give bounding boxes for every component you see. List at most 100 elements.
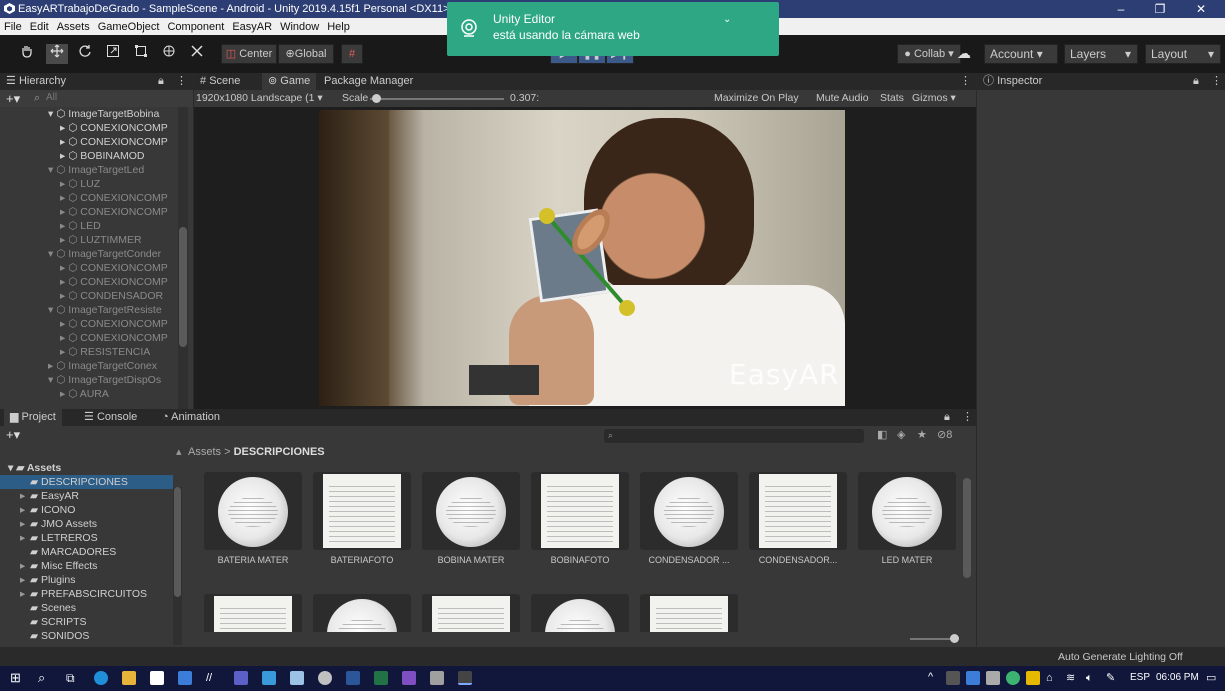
close-button[interactable]: ✕: [1186, 0, 1216, 18]
folder-item[interactable]: ▰ Scenes: [0, 601, 173, 615]
maximize-on-play-toggle[interactable]: Maximize On Play: [714, 92, 799, 104]
tray-bluetooth-icon[interactable]: [1026, 671, 1040, 685]
hierarchy-item[interactable]: ▸ ⬡ CONEXIONCOMP: [0, 331, 168, 345]
search-icon[interactable]: ⌕: [38, 671, 52, 685]
menu-help[interactable]: Help: [323, 21, 354, 33]
tray-security-icon[interactable]: [1006, 671, 1020, 685]
grid-snap-button[interactable]: #: [341, 44, 363, 64]
account-dropdown[interactable]: Account ▾: [984, 44, 1058, 64]
hierarchy-item[interactable]: ▸ ⬡ AURA: [0, 387, 109, 401]
file-explorer-icon[interactable]: [122, 671, 136, 685]
move-tool-button[interactable]: [46, 44, 68, 64]
menu-easyar[interactable]: EasyAR: [228, 21, 276, 33]
asset-thumbnail[interactable]: [422, 594, 520, 632]
language-indicator[interactable]: ESP: [1130, 672, 1150, 683]
menu-file[interactable]: File: [0, 21, 26, 33]
more-icon[interactable]: ⋮: [1211, 73, 1222, 90]
scene-tab[interactable]: # Scene: [200, 73, 240, 90]
folder-item[interactable]: ▸ ▰ ICONO: [0, 503, 173, 517]
asset-thumbnail[interactable]: [531, 594, 629, 632]
hierarchy-item[interactable]: ▸ ⬡ CONEXIONCOMP: [0, 261, 168, 275]
store-icon[interactable]: [150, 671, 164, 685]
stats-toggle[interactable]: Stats: [880, 92, 904, 104]
maximize-button[interactable]: ❐: [1145, 0, 1175, 18]
hierarchy-item[interactable]: ▾ ⬡ ImageTargetBobina: [0, 107, 159, 121]
photos-icon[interactable]: [262, 671, 276, 685]
tray-network-icon[interactable]: ⌂: [1046, 671, 1060, 685]
menu-edit[interactable]: Edit: [26, 21, 53, 33]
tray-chevron-icon[interactable]: ^: [928, 671, 933, 683]
mute-audio-toggle[interactable]: Mute Audio: [816, 92, 869, 104]
hidden-packages-icon[interactable]: ⊘8: [937, 428, 952, 441]
expand-arrow-closed-icon[interactable]: ▸: [20, 503, 30, 517]
pivot-center-button[interactable]: ◫ Center: [221, 44, 277, 64]
excel-icon[interactable]: [374, 671, 388, 685]
tray-screenshot-icon[interactable]: [966, 671, 980, 685]
scale-slider[interactable]: [370, 98, 504, 100]
inspector-tab[interactable]: Inspector: [997, 75, 1042, 87]
folder-item[interactable]: ▸ ▰ EasyAR: [0, 489, 173, 503]
folder-scroll-thumb[interactable]: [174, 487, 181, 597]
notifications-icon[interactable]: ▭: [1206, 671, 1220, 685]
minimize-button[interactable]: –: [1106, 0, 1136, 18]
hierarchy-item[interactable]: ▸ ⬡ ImageTargetConex: [0, 359, 157, 373]
thumbnail-size-handle[interactable]: [950, 634, 959, 643]
asset-thumbnail[interactable]: [204, 594, 302, 632]
custom-tool-button[interactable]: [186, 44, 208, 64]
folder-item[interactable]: ▰ SONIDOS: [0, 629, 173, 643]
pivot-global-button[interactable]: ⊕Global: [278, 44, 334, 64]
folder-item[interactable]: ▰ SCRIPTS: [0, 615, 173, 629]
pen-icon[interactable]: ✎: [1106, 671, 1120, 685]
asset-thumbnail[interactable]: [749, 472, 847, 550]
lock-icon[interactable]: 🔒︎: [944, 409, 950, 426]
hierarchy-item[interactable]: ▸ ⬡ CONDENSADOR: [0, 289, 163, 303]
notes-icon[interactable]: [430, 671, 444, 685]
expand-arrow-closed-icon[interactable]: ▸: [20, 531, 30, 545]
project-tab[interactable]: ▆ Project: [4, 409, 62, 426]
hierarchy-item[interactable]: ▸ ⬡ CONEXIONCOMP: [0, 275, 168, 289]
layers-dropdown[interactable]: Layers ▾: [1064, 44, 1138, 64]
expand-arrow-closed-icon[interactable]: ▸: [20, 573, 30, 587]
hierarchy-item[interactable]: ▸ ⬡ BOBINAMOD: [0, 149, 144, 163]
scale-tool-button[interactable]: [102, 44, 124, 64]
folder-item[interactable]: ▰ DESCRIPCIONES: [0, 475, 173, 489]
create-button[interactable]: +▾: [6, 91, 20, 107]
hierarchy-item[interactable]: ▾ ⬡ ImageTargetLed: [0, 163, 144, 177]
folder-item[interactable]: ▸ ▰ JMO Assets: [0, 517, 173, 531]
tray-user-icon[interactable]: [986, 671, 1000, 685]
breadcrumb-assets[interactable]: Assets: [188, 446, 221, 458]
collapse-arrow-icon[interactable]: ▴: [176, 446, 186, 458]
hand-tool-button[interactable]: [16, 44, 38, 64]
wifi-icon[interactable]: ≋: [1066, 671, 1080, 685]
hierarchy-item[interactable]: ▸ ⬡ CONEXIONCOMP: [0, 317, 168, 331]
menu-window[interactable]: Window: [276, 21, 323, 33]
asset-thumbnail[interactable]: [422, 472, 520, 550]
hierarchy-item[interactable]: ▸ ⬡ CONEXIONCOMP: [0, 205, 168, 219]
chat-icon[interactable]: [290, 671, 304, 685]
asset-thumbnail[interactable]: [313, 472, 411, 550]
menu-gameobject[interactable]: GameObject: [94, 21, 164, 33]
hierarchy-search-input[interactable]: All: [46, 92, 57, 103]
edge-icon[interactable]: [94, 671, 108, 685]
game-tab[interactable]: ⊚ Game: [262, 73, 317, 90]
more-icon[interactable]: ⋮: [960, 73, 971, 90]
chevron-down-icon[interactable]: ⌄: [723, 14, 731, 25]
hierarchy-item[interactable]: ▾ ⬡ ImageTargetResiste: [0, 303, 162, 317]
rotate-tool-button[interactable]: [74, 44, 96, 64]
folder-scrollbar[interactable]: [173, 487, 182, 645]
word-icon[interactable]: [346, 671, 360, 685]
asset-scroll-thumb[interactable]: [963, 478, 971, 578]
game-app-icon[interactable]: [318, 671, 332, 685]
lock-icon[interactable]: 🔒︎: [1193, 73, 1199, 90]
webcam-notification[interactable]: Unity Editor está usando la cámara web ⌄: [447, 2, 779, 56]
hierarchy-item[interactable]: ▸ ⬡ CONEXIONCOMP: [0, 191, 168, 205]
breadcrumb-current[interactable]: DESCRIPCIONES: [234, 446, 325, 458]
hierarchy-item[interactable]: ▸ ⬡ CONEXIONCOMP: [0, 135, 168, 149]
favorite-icon[interactable]: ★: [917, 428, 927, 441]
asset-thumbnail[interactable]: [640, 594, 738, 632]
asset-thumbnail[interactable]: [313, 594, 411, 632]
pen-app-icon[interactable]: //: [206, 671, 220, 685]
cloud-button[interactable]: ☁: [951, 44, 977, 64]
project-search-input[interactable]: ⌕: [604, 429, 864, 443]
more-icon[interactable]: ⋮: [962, 409, 973, 426]
